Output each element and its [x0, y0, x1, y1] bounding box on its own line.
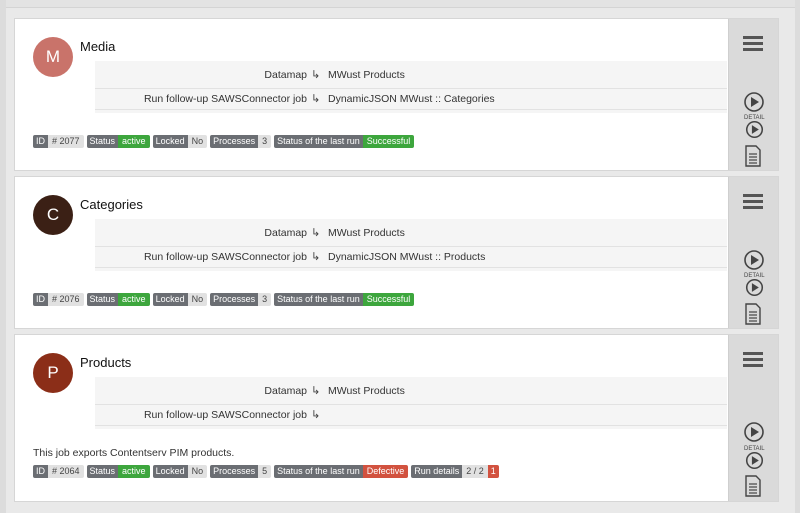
arrow-icon: ↳	[311, 227, 321, 239]
job-title[interactable]: Categories	[80, 197, 143, 212]
job-description: This job exports Contentserv PIM product…	[33, 447, 235, 459]
job-mapping-table: Datamap ↳ MWust Products Run follow-up S…	[95, 377, 727, 429]
job-actions-panel: DETAIL	[728, 19, 778, 170]
job-card-products: P Products Datamap ↳ MWust Products Run …	[14, 334, 779, 502]
job-badges: ID # 2077 Status active Locked No Processes…	[33, 135, 415, 148]
job-mapping-table: Datamap ↳ MWust Products Run follow-up S…	[95, 219, 727, 271]
followup-row: Run follow-up SAWSConnector job ↳ Dynami…	[95, 88, 727, 110]
datamap-row: Datamap ↳ MWust Products	[95, 381, 727, 403]
avatar: P	[33, 353, 73, 393]
arrow-icon: ↳	[311, 93, 321, 105]
detail-play-button[interactable]: DETAIL	[743, 273, 765, 297]
followup-label: Run follow-up SAWSConnector job	[143, 93, 307, 105]
job-card-categories: C Categories Datamap ↳ MWust Products Ru…	[14, 176, 779, 329]
followup-value[interactable]: DynamicJSON MWust :: Categories	[328, 93, 495, 105]
detail-play-button[interactable]: DETAIL	[743, 446, 765, 470]
job-badges: ID # 2064 Status active Locked No Processes…	[33, 465, 499, 478]
play-icon[interactable]	[743, 249, 765, 271]
datamap-value[interactable]: MWust Products	[328, 227, 405, 239]
job-card-main: C Categories Datamap ↳ MWust Products Ru…	[15, 177, 728, 328]
followup-value[interactable]: DynamicJSON MWust :: Products	[328, 251, 485, 263]
play-icon[interactable]	[743, 91, 765, 113]
document-icon[interactable]	[743, 475, 763, 497]
datamap-value[interactable]: MWust Products	[328, 69, 405, 81]
arrow-icon: ↳	[311, 69, 321, 81]
locked-badge: Locked No	[152, 465, 208, 478]
job-mapping-table: Datamap ↳ MWust Products Run follow-up S…	[95, 61, 727, 113]
detail-play-button[interactable]: DETAIL	[743, 115, 765, 139]
job-title[interactable]: Products	[80, 355, 131, 370]
locked-badge: Locked No	[152, 293, 208, 306]
arrow-icon: ↳	[311, 409, 321, 421]
datamap-row: Datamap ↳ MWust Products	[95, 65, 727, 87]
status-badge: Status active	[86, 135, 150, 148]
status-badge: Status active	[86, 293, 150, 306]
processes-badge: Processes 3	[210, 135, 272, 148]
followup-row: Run follow-up SAWSConnector job ↳ Dynami…	[95, 246, 727, 268]
job-title[interactable]: Media	[80, 39, 115, 54]
run-details-badge[interactable]: Run details 2 / 21	[411, 465, 499, 478]
id-badge: ID # 2076	[33, 293, 84, 306]
menu-icon[interactable]	[743, 35, 763, 51]
job-actions-panel: DETAIL	[728, 335, 778, 501]
job-actions-panel: DETAIL	[728, 177, 778, 328]
document-icon[interactable]	[743, 145, 763, 167]
play-icon	[745, 120, 764, 139]
processes-badge: Processes 3	[210, 293, 272, 306]
arrow-icon: ↳	[311, 385, 321, 397]
last-run-badge: Status of the last run Successful	[274, 135, 415, 148]
locked-badge: Locked No	[152, 135, 208, 148]
followup-row: Run follow-up SAWSConnector job ↳	[95, 404, 727, 426]
menu-icon[interactable]	[743, 193, 763, 209]
followup-label: Run follow-up SAWSConnector job	[143, 251, 307, 263]
top-bar	[6, 0, 795, 8]
job-card-media: M Media Datamap ↳ MWust Products Run fol…	[14, 18, 779, 171]
job-badges: ID # 2076 Status active Locked No Processes…	[33, 293, 415, 306]
play-icon[interactable]	[743, 421, 765, 443]
id-badge: ID # 2077	[33, 135, 84, 148]
status-badge: Status active	[86, 465, 150, 478]
last-run-badge: Status of the last run Defective	[274, 465, 409, 478]
datamap-label: Datamap	[264, 69, 307, 81]
datamap-label: Datamap	[264, 385, 307, 397]
avatar: C	[33, 195, 73, 235]
play-icon	[745, 451, 764, 470]
datamap-row: Datamap ↳ MWust Products	[95, 223, 727, 245]
avatar: M	[33, 37, 73, 77]
last-run-badge: Status of the last run Successful	[274, 293, 415, 306]
job-card-main: P Products Datamap ↳ MWust Products Run …	[15, 335, 728, 501]
job-card-main: M Media Datamap ↳ MWust Products Run fol…	[15, 19, 728, 170]
datamap-value[interactable]: MWust Products	[328, 385, 405, 397]
play-icon	[745, 278, 764, 297]
menu-icon[interactable]	[743, 351, 763, 367]
document-icon[interactable]	[743, 303, 763, 325]
datamap-label: Datamap	[264, 227, 307, 239]
arrow-icon: ↳	[311, 251, 321, 263]
followup-label: Run follow-up SAWSConnector job	[143, 409, 307, 421]
processes-badge: Processes 5	[210, 465, 272, 478]
id-badge: ID # 2064	[33, 465, 84, 478]
